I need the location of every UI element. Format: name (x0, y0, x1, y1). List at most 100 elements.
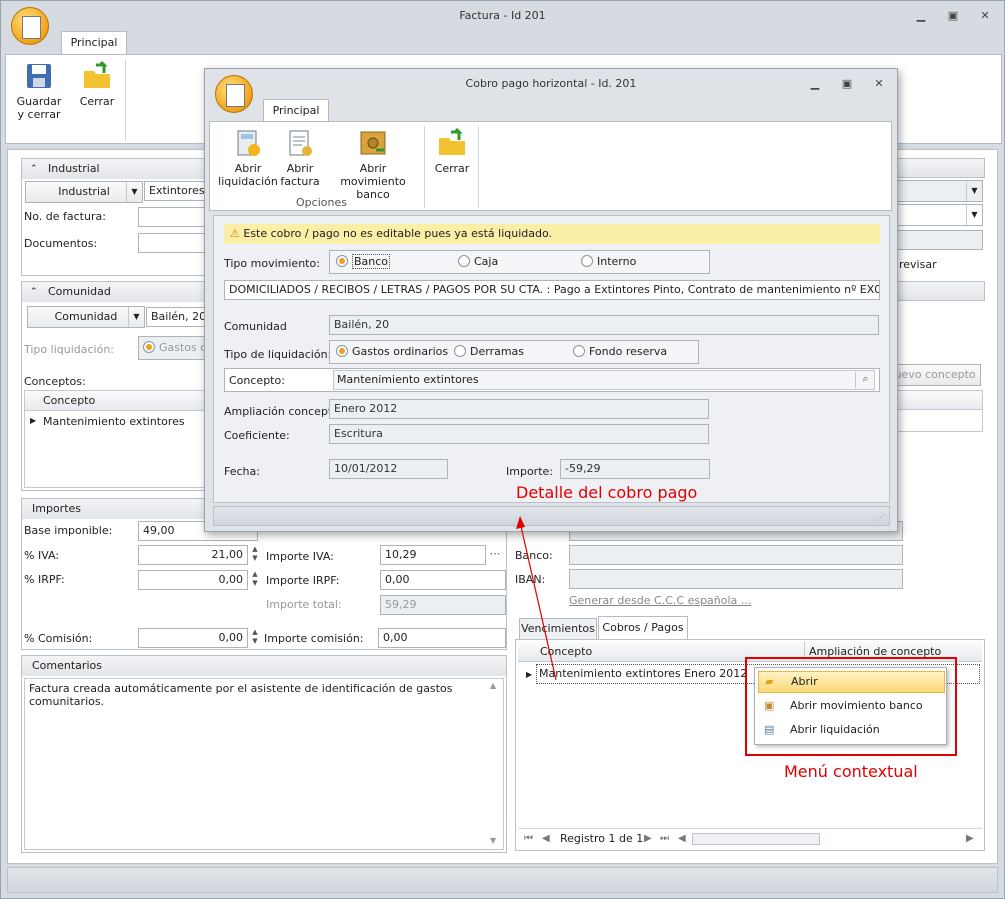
radio-icon (336, 345, 348, 357)
chevron-down-icon[interactable]: ▼ (966, 205, 982, 225)
nav-prev-icon[interactable]: ◀ (542, 829, 550, 849)
industrial-type-dropdown[interactable]: Industrial ▼ (25, 181, 143, 203)
importes-header-label: Importes (32, 502, 82, 515)
right-field (897, 230, 983, 250)
right-grid-body (897, 410, 983, 432)
tipo-mov-label: Tipo movimiento: (224, 257, 320, 270)
comunidad-header-label: Comunidad (48, 285, 111, 298)
irpf-spinner[interactable]: ▲ ▼ (248, 570, 262, 590)
banco-label: Banco: (515, 549, 553, 562)
radio-icon (143, 341, 155, 353)
magnifier-icon[interactable]: ⌕ (855, 372, 875, 388)
conceptos-row[interactable]: Mantenimiento extintores (43, 415, 185, 428)
record-navigator: ⏮ ◀ Registro 1 de 1 ▶ ⏭ ◀ ▶ (518, 828, 982, 848)
abrir-movimiento-banco-button[interactable]: Abrir movimiento banco (326, 128, 420, 201)
total-label: Importe total: (266, 598, 342, 611)
comunidad-type-value: Comunidad (54, 310, 118, 323)
maximize-icon[interactable]: ▣ (839, 77, 855, 90)
resize-grip-icon[interactable]: ⋰ (877, 513, 885, 522)
radio-gastos-ordinarios[interactable]: Gastos ordinarios (336, 341, 448, 363)
record-counter: Registro 1 de 1 (560, 832, 644, 845)
radio-interno[interactable]: Interno (581, 251, 636, 273)
description-field[interactable]: DOMICILIADOS / RECIBOS / LETRAS / PAGOS … (224, 280, 880, 300)
right-panel-header (897, 158, 985, 178)
iban-label: IBAN: (515, 573, 546, 586)
scroll-down-icon[interactable]: ▼ (490, 836, 496, 845)
tab-vencimientos[interactable]: Vencimientos (519, 618, 597, 640)
iva-spinner[interactable]: ▲ ▼ (248, 545, 262, 565)
irpf-field[interactable]: 0,00 (138, 570, 248, 590)
abrir-liquidacion-button[interactable]: Abrir liquidación (218, 128, 278, 188)
radio-fondo-reserva[interactable]: Fondo reserva (573, 341, 667, 363)
nav-first-icon[interactable]: ⏮ (524, 829, 533, 849)
imp-iva-field[interactable]: 10,29 (380, 545, 486, 565)
cobros-row-concepto: Mantenimiento extintores Enero 2012 (539, 667, 748, 680)
radio-caja-label: Caja (474, 255, 499, 268)
minimize-icon[interactable]: ▁ (913, 9, 929, 22)
ampliacion-label: Ampliación concepto: (224, 405, 343, 418)
comentarios-panel: Comentarios Factura creada automáticamen… (21, 655, 507, 853)
fecha-field: 10/01/2012 (329, 459, 448, 479)
close-label: Cerrar (434, 162, 470, 175)
radio-derramas[interactable]: Derramas (454, 341, 524, 363)
collapse-icon[interactable]: ⌃ (30, 282, 38, 302)
collapse-icon[interactable]: ⌃ (30, 159, 38, 179)
close-icon[interactable]: ✕ (977, 9, 993, 22)
radio-banco[interactable]: Banco (336, 251, 391, 273)
radio-icon (454, 345, 466, 357)
comentarios-header-label: Comentarios (32, 659, 102, 672)
conceptos-label: Conceptos: (24, 375, 86, 388)
comision-field[interactable]: 0,00 (138, 628, 248, 648)
abrir-factura-button[interactable]: Abrir factura (276, 128, 324, 188)
comunidad-type-dropdown[interactable]: Comunidad ▼ (27, 306, 145, 328)
comentarios-header: Comentarios (22, 656, 506, 676)
chevron-down-icon[interactable]: ▼ (128, 307, 144, 327)
minimize-icon[interactable]: ▁ (807, 77, 823, 90)
imp-irpf-field[interactable]: 0,00 (380, 570, 506, 590)
annotation-menu: Menú contextual (784, 762, 918, 781)
warning-text: Este cobro / pago no es editable pues ya… (243, 227, 552, 240)
horizontal-scrollbar[interactable] (692, 833, 820, 845)
imp-irpf-label: Importe IRPF: (266, 574, 340, 587)
imp-comision-field[interactable]: 0,00 (378, 628, 506, 648)
iva-field[interactable]: 21,00 (138, 545, 248, 565)
iban-field (569, 569, 903, 589)
ampliacion-field: Enero 2012 (329, 399, 709, 419)
tab-principal[interactable]: Principal (61, 31, 127, 55)
tipo-mov-group: Banco Caja Interno (329, 250, 710, 274)
chevron-down-icon[interactable]: ▼ (126, 182, 142, 202)
close-button[interactable]: Cerrar (74, 61, 120, 108)
col-concepto-header[interactable]: Concepto (540, 642, 592, 662)
radio-caja[interactable]: Caja (458, 251, 498, 273)
tab-principal[interactable]: Principal (263, 99, 329, 123)
radio-gastos-label: Gastos ordinarios (352, 345, 449, 358)
scroll-right-icon[interactable]: ▶ (966, 829, 974, 849)
more-icon[interactable]: ⋯ (488, 545, 502, 565)
status-bar (7, 867, 998, 893)
right-dropdown-1[interactable]: ▼ (897, 180, 983, 202)
revisar-label[interactable]: revisar (899, 258, 937, 271)
importe-field: -59,29 (560, 459, 710, 479)
comunidad-field: Bailén, 20 (329, 315, 879, 335)
nav-last-icon[interactable]: ⏭ (660, 829, 669, 849)
scroll-left-icon[interactable]: ◀ (678, 829, 686, 849)
save-close-button[interactable]: Guardar y cerrar (12, 61, 66, 121)
radio-fondo-label: Fondo reserva (589, 345, 668, 358)
ribbon-separator (125, 59, 126, 141)
close-icon[interactable]: ✕ (871, 77, 887, 90)
scroll-up-icon[interactable]: ▲ (490, 681, 496, 690)
right-dropdown-2[interactable]: ▼ (897, 204, 983, 226)
nav-next-icon[interactable]: ▶ (644, 829, 652, 849)
invoice-icon (289, 130, 312, 156)
chevron-down-icon[interactable]: ▼ (966, 181, 982, 201)
save-close-label: Guardar y cerrar (16, 95, 62, 121)
maximize-icon[interactable]: ▣ (945, 9, 961, 22)
generar-link[interactable]: Generar desde C.C.C española ... (569, 594, 751, 607)
ribbon-separator (478, 126, 479, 208)
comision-spinner[interactable]: ▲ ▼ (248, 628, 262, 648)
concepto-field[interactable]: Mantenimiento extintores (333, 370, 875, 390)
comentarios-textarea[interactable]: Factura creada automáticamente por el as… (24, 678, 504, 850)
close-button[interactable]: Cerrar (430, 128, 474, 175)
concepto-column-header[interactable]: Concepto (43, 394, 95, 407)
tab-cobros-pagos[interactable]: Cobros / Pagos (598, 616, 688, 640)
